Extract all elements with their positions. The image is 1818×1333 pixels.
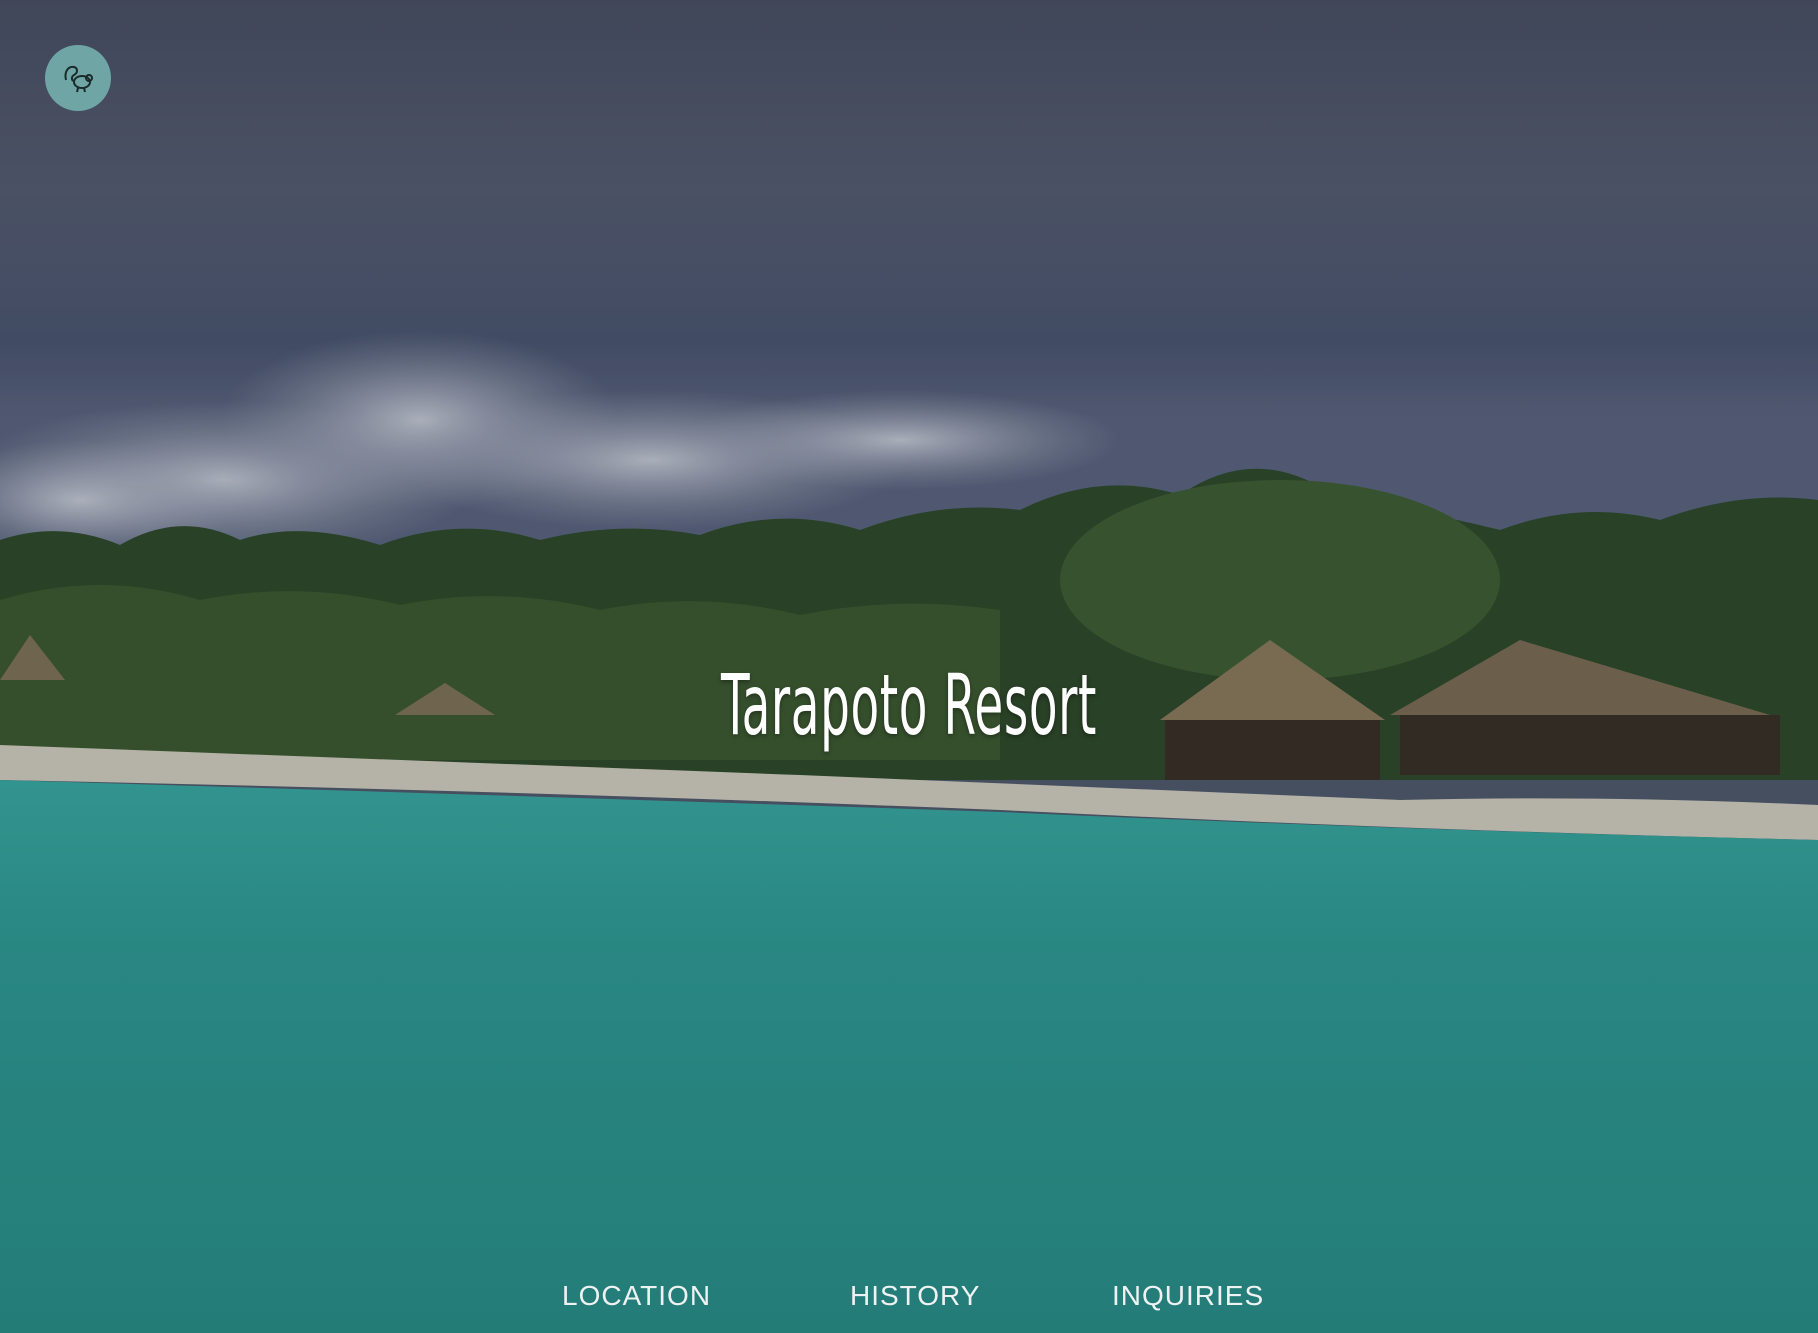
nav-inquiries-link[interactable]: INQUIRIES	[1112, 1280, 1264, 1312]
main-nav: LOCATION HISTORY INQUIRIES	[0, 1280, 1818, 1320]
site-title: Tarapoto Resort	[720, 656, 1097, 755]
logo-button[interactable]	[45, 45, 111, 111]
nav-location-link[interactable]: LOCATION	[562, 1280, 711, 1312]
nav-history-link[interactable]: HISTORY	[850, 1280, 980, 1312]
hero-section: Tarapoto Resort LOCATION HISTORY INQUIRI…	[0, 0, 1818, 1333]
squirrel-icon	[64, 65, 93, 93]
